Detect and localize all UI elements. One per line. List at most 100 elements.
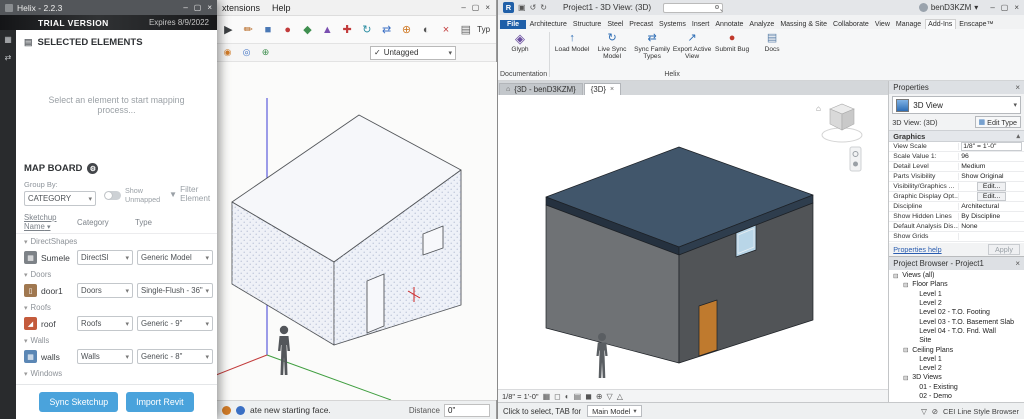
select-toggle-icon[interactable]: ⊘ [932, 407, 938, 416]
type-select[interactable]: Generic Model▾ [137, 250, 213, 265]
maximize-button[interactable]: ▢ [194, 3, 202, 12]
tree-item-level-02[interactable]: Level 02 - T.O. Footing [889, 308, 1024, 317]
column-type[interactable]: Type [135, 218, 209, 227]
group-row-walls[interactable]: ▾ Walls [16, 333, 217, 347]
visual-style-icon[interactable]: ◻ [554, 392, 561, 401]
search-input[interactable] [663, 3, 723, 13]
sync-sketchup-button[interactable]: Sync Sketchup [39, 392, 118, 412]
add-location-icon[interactable]: ⊕ [258, 45, 273, 60]
group-row-directshapes[interactable]: ▾ DirectShapes [16, 234, 217, 248]
category-select[interactable]: DirectSl▾ [77, 250, 133, 265]
sync-family-types-button[interactable]: ⇄ Sync Family Types [632, 31, 672, 61]
scale-tool-icon[interactable]: ⇄ [378, 19, 395, 40]
styles-tool-icon[interactable]: ▤ [457, 19, 474, 40]
submit-bug-button[interactable]: ● Submit Bug [712, 31, 752, 53]
collapse-icon[interactable]: ⊟ [892, 272, 899, 280]
group-row-windows[interactable]: ▾ Windows [16, 366, 217, 380]
minimize-button[interactable]: – [990, 3, 994, 12]
ribbon-tab-enscape[interactable]: Enscape™ [957, 20, 996, 29]
polygon-tool-icon[interactable]: ◆ [299, 19, 316, 40]
live-sync-model-button[interactable]: ↻ Live Sync Model [592, 31, 632, 61]
close-icon[interactable]: × [610, 86, 614, 93]
sync-rail-icon[interactable]: ⇄ [5, 53, 12, 62]
minimize-button[interactable]: – [183, 3, 187, 12]
tree-item-ceiling-plans[interactable]: ⊟Ceiling Plans [889, 345, 1024, 354]
offset-tool-icon[interactable]: ⊕ [398, 19, 415, 40]
tree-item-3d-views[interactable]: ⊟3D Views [889, 373, 1024, 382]
ribbon-tab-collaborate[interactable]: Collaborate [831, 20, 872, 29]
type-select[interactable]: Generic - 9"▾ [137, 316, 213, 331]
load-model-button[interactable]: ↑ Load Model [552, 31, 592, 53]
main-model-select[interactable]: Main Model ▾ [587, 405, 641, 417]
detail-level-value[interactable]: Medium [959, 163, 1024, 170]
select-tool-icon[interactable]: ▶ [220, 19, 237, 40]
ribbon-tab-steel[interactable]: Steel [605, 20, 626, 29]
filter-icon[interactable]: ▽ [921, 407, 927, 416]
group-by-select[interactable]: CATEGORY ▾ [24, 191, 96, 206]
category-select[interactable]: Doors▾ [77, 283, 133, 298]
pushpull-tool-icon[interactable]: ▲ [319, 19, 336, 40]
tree-item-01-existing[interactable]: 01 - Existing [889, 383, 1024, 392]
pencil-tool-icon[interactable]: ✏ [240, 19, 257, 40]
ribbon-tab-analyze[interactable]: Analyze [747, 20, 777, 29]
tree-item-level-04[interactable]: Level 04 - T.O. Fnd. Wall [889, 327, 1024, 336]
maximize-button[interactable]: ▢ [1001, 3, 1009, 12]
menu-extensions[interactable]: xtensions [222, 3, 260, 13]
group-row-doors[interactable]: ▾ Doors [16, 267, 217, 281]
close-icon[interactable]: × [1015, 259, 1020, 268]
ribbon-tab-view[interactable]: View [872, 20, 892, 29]
detail-level-icon[interactable]: ▦ [543, 392, 551, 401]
show-hidden-lines-value[interactable]: By Discipline [959, 213, 1024, 220]
ribbon-tab-massing-site[interactable]: Massing & Site [778, 20, 830, 29]
geolocation-status-icon[interactable] [222, 406, 231, 415]
menu-help[interactable]: Help [272, 3, 291, 13]
docs-button[interactable]: ▤ Docs [752, 31, 792, 53]
temporary-hide-icon[interactable]: ▽ [607, 392, 613, 401]
type-select[interactable]: Generic - 8"▾ [137, 349, 213, 364]
apply-button[interactable]: Apply [988, 244, 1020, 255]
ribbon-tab-add-ins[interactable]: Add-Ins [925, 19, 956, 29]
scale-value[interactable]: 96 [959, 153, 1024, 160]
tree-item-views-all[interactable]: ⊟Views (all) [889, 271, 1024, 280]
credits-status-icon[interactable] [236, 406, 245, 415]
tree-item-floor-plans[interactable]: ⊟Floor Plans [889, 280, 1024, 289]
visibility-graphics-edit-button[interactable]: Edit... [977, 182, 1006, 191]
geolocation-icon[interactable]: ◉ [220, 45, 235, 60]
undo-icon[interactable]: ↺ [530, 3, 537, 12]
column-sketchup-name[interactable]: Sketchup Name ▾ [24, 213, 77, 231]
graphics-section-header[interactable]: Graphics ▴ [889, 130, 1024, 142]
filter-element-button[interactable]: ▼ Filter Element [169, 185, 210, 206]
category-select[interactable]: Roofs▾ [77, 316, 133, 331]
view-tab-3d-user[interactable]: ⌂ {3D - benD3KZM} [499, 83, 583, 95]
view-tab-3d[interactable]: {3D} × [584, 83, 621, 95]
tree-item-02-demo[interactable]: 02 - Demo [889, 392, 1024, 401]
viewcube[interactable]: ⌂ [816, 104, 862, 142]
save-icon[interactable]: ▣ [518, 3, 526, 12]
measurement-input[interactable]: 0" [444, 404, 490, 417]
tree-item-level-1[interactable]: Level 1 [889, 290, 1024, 299]
show-unmapped-toggle[interactable] [104, 191, 121, 200]
shadows-icon[interactable]: ◎ [239, 45, 254, 60]
tree-item-level-2[interactable]: Level 2 [889, 299, 1024, 308]
orbit-tool-icon[interactable]: ◐ [418, 19, 435, 40]
glyph-button[interactable]: ◈ Glyph [500, 31, 540, 53]
collapse-icon[interactable]: ⊟ [902, 281, 909, 289]
rotate-tool-icon[interactable]: ↻ [358, 19, 375, 40]
close-icon[interactable]: × [1015, 83, 1020, 92]
crop-view-icon[interactable]: ◼ [585, 392, 592, 401]
column-category[interactable]: Category [77, 218, 135, 227]
import-revit-button[interactable]: Import Revit [126, 392, 193, 412]
parts-visibility-value[interactable]: Show Original [959, 173, 1024, 180]
tree-item-ceiling-level-1[interactable]: Level 1 [889, 355, 1024, 364]
ribbon-tab-systems[interactable]: Systems [657, 20, 689, 29]
revit-building[interactable] [546, 147, 813, 363]
sketchup-building[interactable] [232, 115, 461, 345]
ribbon-tab-file[interactable]: File [500, 20, 526, 29]
collapse-icon[interactable]: ⊟ [902, 374, 909, 382]
type-selector[interactable]: 3D View ▾ [892, 96, 1021, 114]
ribbon-tab-precast[interactable]: Precast [627, 20, 656, 29]
ribbon-tab-structure[interactable]: Structure [570, 20, 603, 29]
circle-tool-icon[interactable]: ● [279, 19, 296, 40]
shadows-icon[interactable]: ▤ [574, 392, 582, 401]
ribbon-tab-manage[interactable]: Manage [893, 20, 923, 29]
